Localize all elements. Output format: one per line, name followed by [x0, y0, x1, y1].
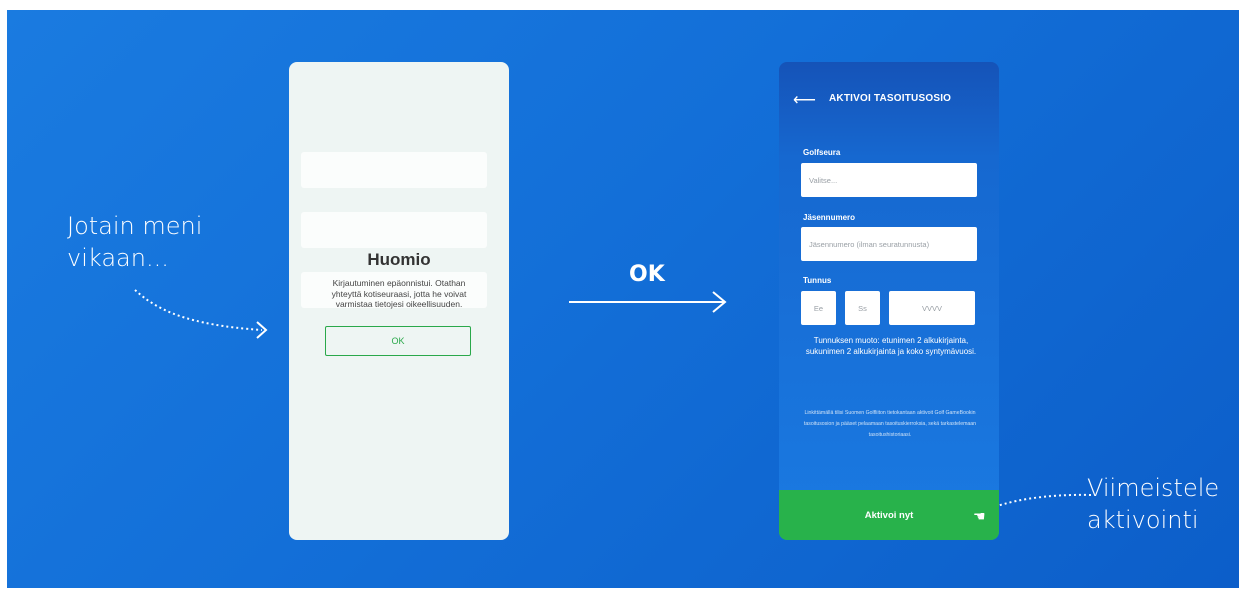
- jasennumero-input[interactable]: Jäsennumero (ilman seuratunnusta): [801, 227, 977, 261]
- left-phone-screen: Huomio Kirjautuminen epäonnistui. Otatha…: [289, 62, 509, 540]
- legal-text: Linkittämällä tilisi Suomen Golfliiton t…: [803, 410, 977, 438]
- slide-background: Jotain meni vikaan... OK Viimeistele akt…: [7, 10, 1239, 588]
- tunnus-label: Tunnus: [803, 276, 832, 285]
- right-caption: Viimeistele aktivointi: [1087, 472, 1219, 536]
- page-title: AKTIVOI TASOITUSOSIO: [829, 93, 952, 104]
- ghost-field-1: [301, 152, 487, 188]
- golfseura-label: Golfseura: [803, 148, 841, 157]
- left-caption: Jotain meni vikaan...: [67, 210, 202, 274]
- tunnus-hint: Tunnuksen muoto: etunimen 2 alkukirjaint…: [805, 336, 977, 356]
- ghost-field-2: [301, 212, 487, 248]
- activate-button[interactable]: Aktivoi nyt: [779, 490, 999, 540]
- tunnus-ss-placeholder: Ss: [858, 303, 867, 313]
- golfseura-select[interactable]: Valitse...: [801, 163, 977, 197]
- ok-label: OK: [629, 262, 665, 287]
- jasennumero-label: Jäsennumero: [803, 213, 856, 222]
- arrows-layer: [134, 289, 1092, 513]
- jasennumero-placeholder: Jäsennumero (ilman seuratunnusta): [809, 239, 930, 249]
- arrow-left-icon[interactable]: ⟵: [793, 90, 816, 110]
- tunnus-ss-input[interactable]: Ss: [845, 291, 880, 325]
- tunnus-vvvv-input[interactable]: VVVV: [889, 291, 975, 325]
- tunnus-ee-placeholder: Ee: [813, 303, 824, 313]
- left-caption-line-2: vikaan...: [67, 244, 169, 272]
- right-caption-line-2: aktivointi: [1087, 506, 1199, 534]
- modal-title: Huomio: [367, 250, 431, 269]
- right-caption-line-1: Viimeistele: [1087, 474, 1220, 502]
- touch-pointer-icon: ☚: [973, 508, 986, 524]
- dotted-arrow-left: [134, 289, 263, 331]
- modal-ok-button[interactable]: OK: [325, 326, 471, 356]
- left-caption-line-1: Jotain meni: [67, 212, 203, 240]
- tunnus-ee-input[interactable]: Ee: [801, 291, 836, 325]
- modal-message: Kirjautuminen epäonnistui. Otathan yhtey…: [331, 278, 467, 309]
- right-phone-screen: ⟵ AKTIVOI TASOITUSOSIO Golfseura Valitse…: [779, 62, 999, 540]
- golfseura-placeholder: Valitse...: [809, 175, 838, 185]
- tunnus-vvvv-placeholder: VVVV: [921, 303, 942, 313]
